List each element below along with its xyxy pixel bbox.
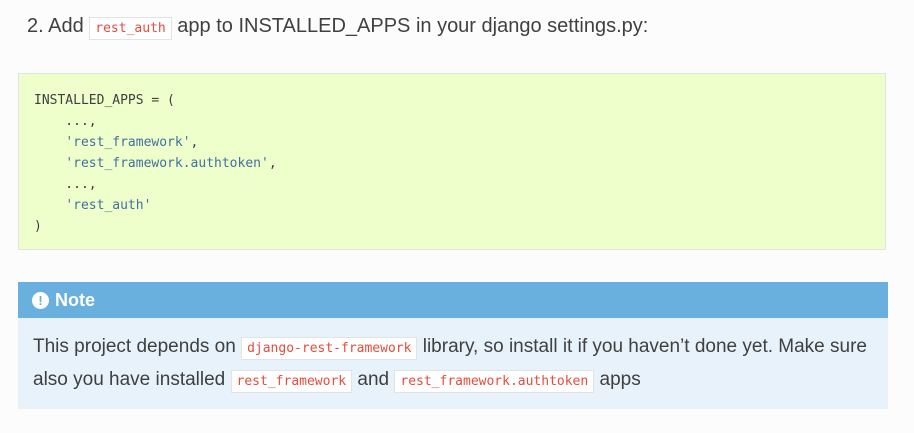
code-line: ..., xyxy=(34,114,97,129)
step-suffix: app to INSTALLED_APPS in your django set… xyxy=(177,15,649,37)
note-admonition: ! Note This project depends on django-re… xyxy=(18,282,888,409)
inline-code-rest-framework-authtoken: rest_framework.authtoken xyxy=(394,370,595,393)
step-prefix: 2. Add xyxy=(27,15,84,37)
note-text: apps xyxy=(599,369,641,390)
note-body: This project depends on django-rest-fram… xyxy=(18,318,888,397)
note-title: Note xyxy=(55,290,95,310)
code-line: 'rest_framework.authtoken', xyxy=(65,156,277,171)
code-line: 'rest_auth' xyxy=(65,198,152,213)
inline-code-django-rest-framework: django-rest-framework xyxy=(241,337,418,360)
code-block: INSTALLED_APPS = ( ..., 'rest_framework'… xyxy=(18,73,886,250)
note-text: and xyxy=(357,369,390,390)
note-title-bar: ! Note xyxy=(18,282,888,318)
inline-code-rest-framework: rest_framework xyxy=(230,370,353,393)
inline-code-rest-auth: rest_auth xyxy=(89,17,172,40)
code-line: INSTALLED_APPS = ( xyxy=(34,93,175,108)
note-text: This project depends on xyxy=(33,336,236,357)
code-line: ..., xyxy=(34,177,97,192)
code-line: ) xyxy=(34,219,42,234)
step-instruction: 2. Add rest_auth app to INSTALLED_APPS i… xyxy=(27,11,648,44)
exclamation-circle-icon: ! xyxy=(32,291,49,309)
code-line: 'rest_framework', xyxy=(65,135,199,150)
